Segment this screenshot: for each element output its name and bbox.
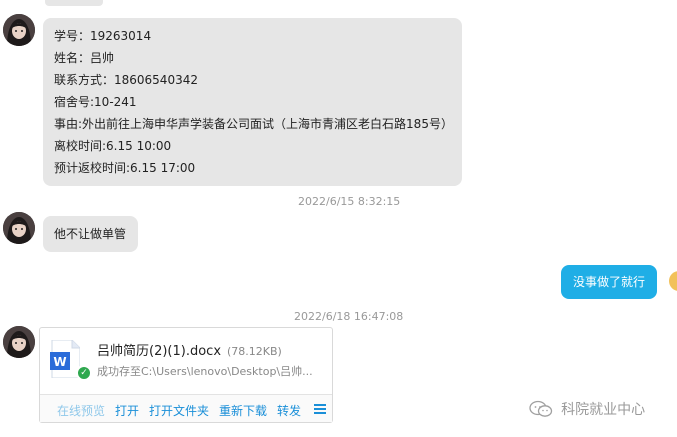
message-line: 宿舍号:10-241 (54, 95, 137, 109)
file-name: 吕帅简历(2)(1).docx (97, 344, 222, 359)
watermark: 科院就业中心 (528, 398, 645, 419)
message-bubble-leave-request[interactable]: 学号：19263014 姓名：吕帅 联系方式：18606540342 宿舍号:1… (43, 18, 462, 186)
open-link[interactable]: 打开 (115, 402, 139, 419)
previous-message-bubble (45, 0, 103, 6)
file-message-card[interactable]: W ✓ 吕帅简历(2)(1).docx (78.12KB) 成功存至C:\User… (39, 327, 333, 423)
message-bubble-outgoing[interactable]: 没事做了就行 (561, 265, 657, 299)
file-size: (78.12KB) (227, 345, 282, 358)
avatar-image (3, 14, 35, 46)
open-folder-link[interactable]: 打开文件夹 (149, 402, 209, 419)
sender-avatar[interactable] (3, 212, 35, 244)
svg-text:W: W (53, 355, 66, 369)
message-line: 姓名：吕帅 (54, 51, 115, 65)
message-line: 学号：19263014 (54, 29, 152, 43)
wechat-logo-icon (529, 400, 553, 417)
check-badge-icon: ✓ (76, 365, 92, 381)
message-text: 他不让做单管 (54, 227, 127, 241)
own-avatar[interactable] (669, 271, 677, 291)
message-line: 事由:外出前往上海申华声学装备公司面试（上海市青浦区老白石路185号） (54, 117, 453, 131)
avatar-image (3, 212, 35, 244)
redownload-link[interactable]: 重新下载 (219, 402, 267, 419)
avatar-image (3, 326, 35, 358)
preview-online-link[interactable]: 在线预览 (57, 402, 105, 419)
timestamp: 2022/6/15 8:32:15 (298, 195, 401, 208)
sender-avatar[interactable] (3, 14, 35, 46)
message-line: 联系方式：18606540342 (54, 73, 198, 87)
sender-avatar[interactable] (3, 326, 35, 358)
message-line: 离校时间:6.15 10:00 (54, 139, 172, 153)
message-line: 预计返校时间:6.15 17:00 (54, 161, 196, 175)
file-actions-bar: 在线预览 打开 打开文件夹 重新下载 转发 (40, 394, 332, 422)
more-menu-icon[interactable] (314, 404, 326, 414)
timestamp: 2022/6/18 16:47:08 (294, 310, 404, 323)
file-name-row[interactable]: 吕帅简历(2)(1).docx (78.12KB) (97, 340, 282, 359)
watermark-text: 科院就业中心 (561, 401, 646, 418)
message-bubble[interactable]: 他不让做单管 (43, 216, 138, 252)
forward-link[interactable]: 转发 (277, 402, 301, 419)
message-text: 没事做了就行 (572, 275, 645, 289)
file-save-status: 成功存至C:\Users\lenovo\Desktop\吕帅... (97, 365, 313, 378)
